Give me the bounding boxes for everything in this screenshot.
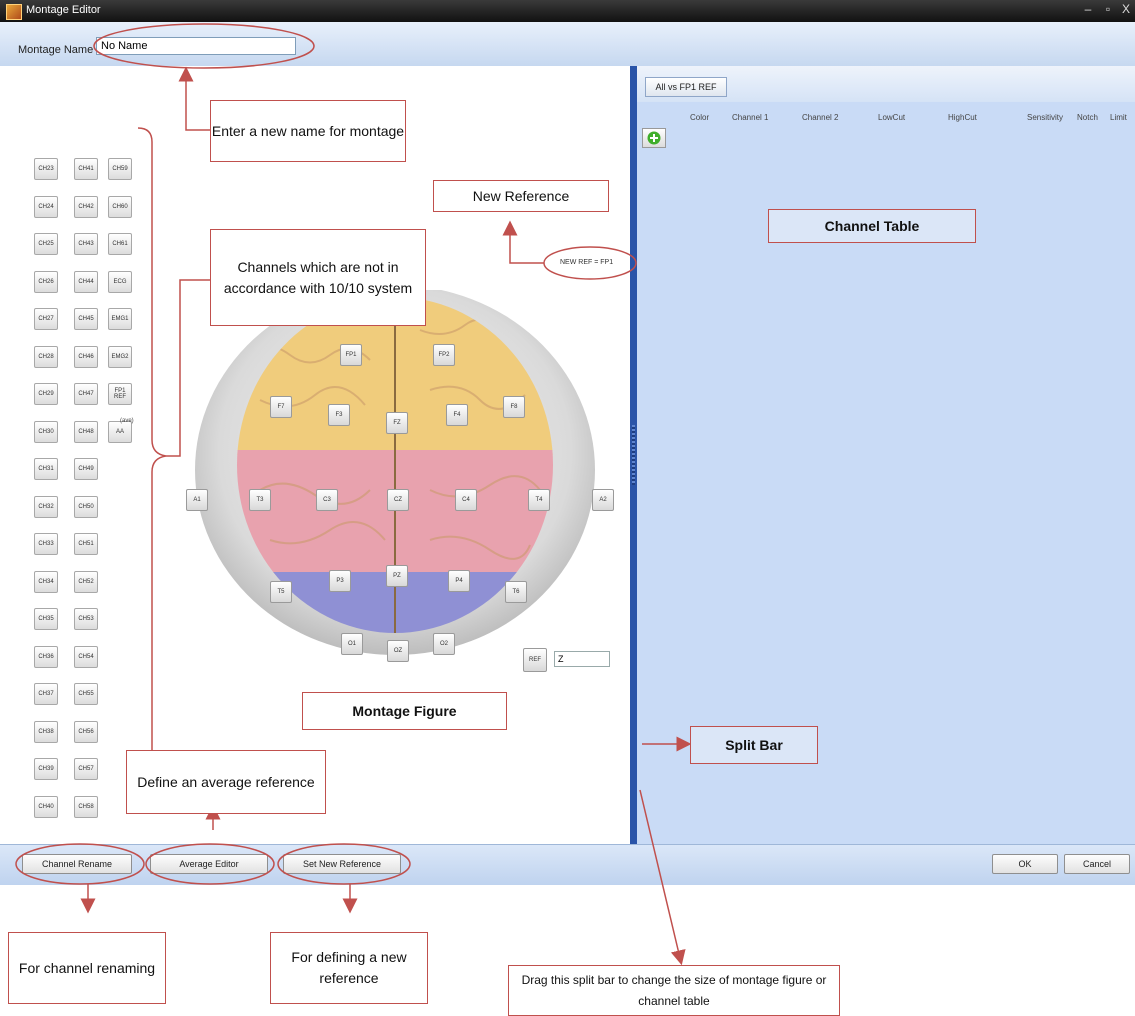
annotation-channel-table: Channel Table [768,209,976,243]
annotation-channels-not-1010: Channels which are not in accordance wit… [210,229,426,326]
annotation-drag-split-bar: Drag this split bar to change the size o… [508,965,840,1016]
annotation-define-average: Define an average reference [126,750,326,814]
annotation-montage-figure: Montage Figure [302,692,507,730]
annotation-defining-reference: For defining a new reference [270,932,428,1004]
annotation-enter-name: Enter a new name for montage [210,100,406,162]
annotation-channel-renaming: For channel renaming [8,932,166,1004]
annotation-split-bar: Split Bar [690,726,818,764]
annotation-overlay [15,23,692,966]
annotation-new-reference: New Reference [433,180,609,212]
